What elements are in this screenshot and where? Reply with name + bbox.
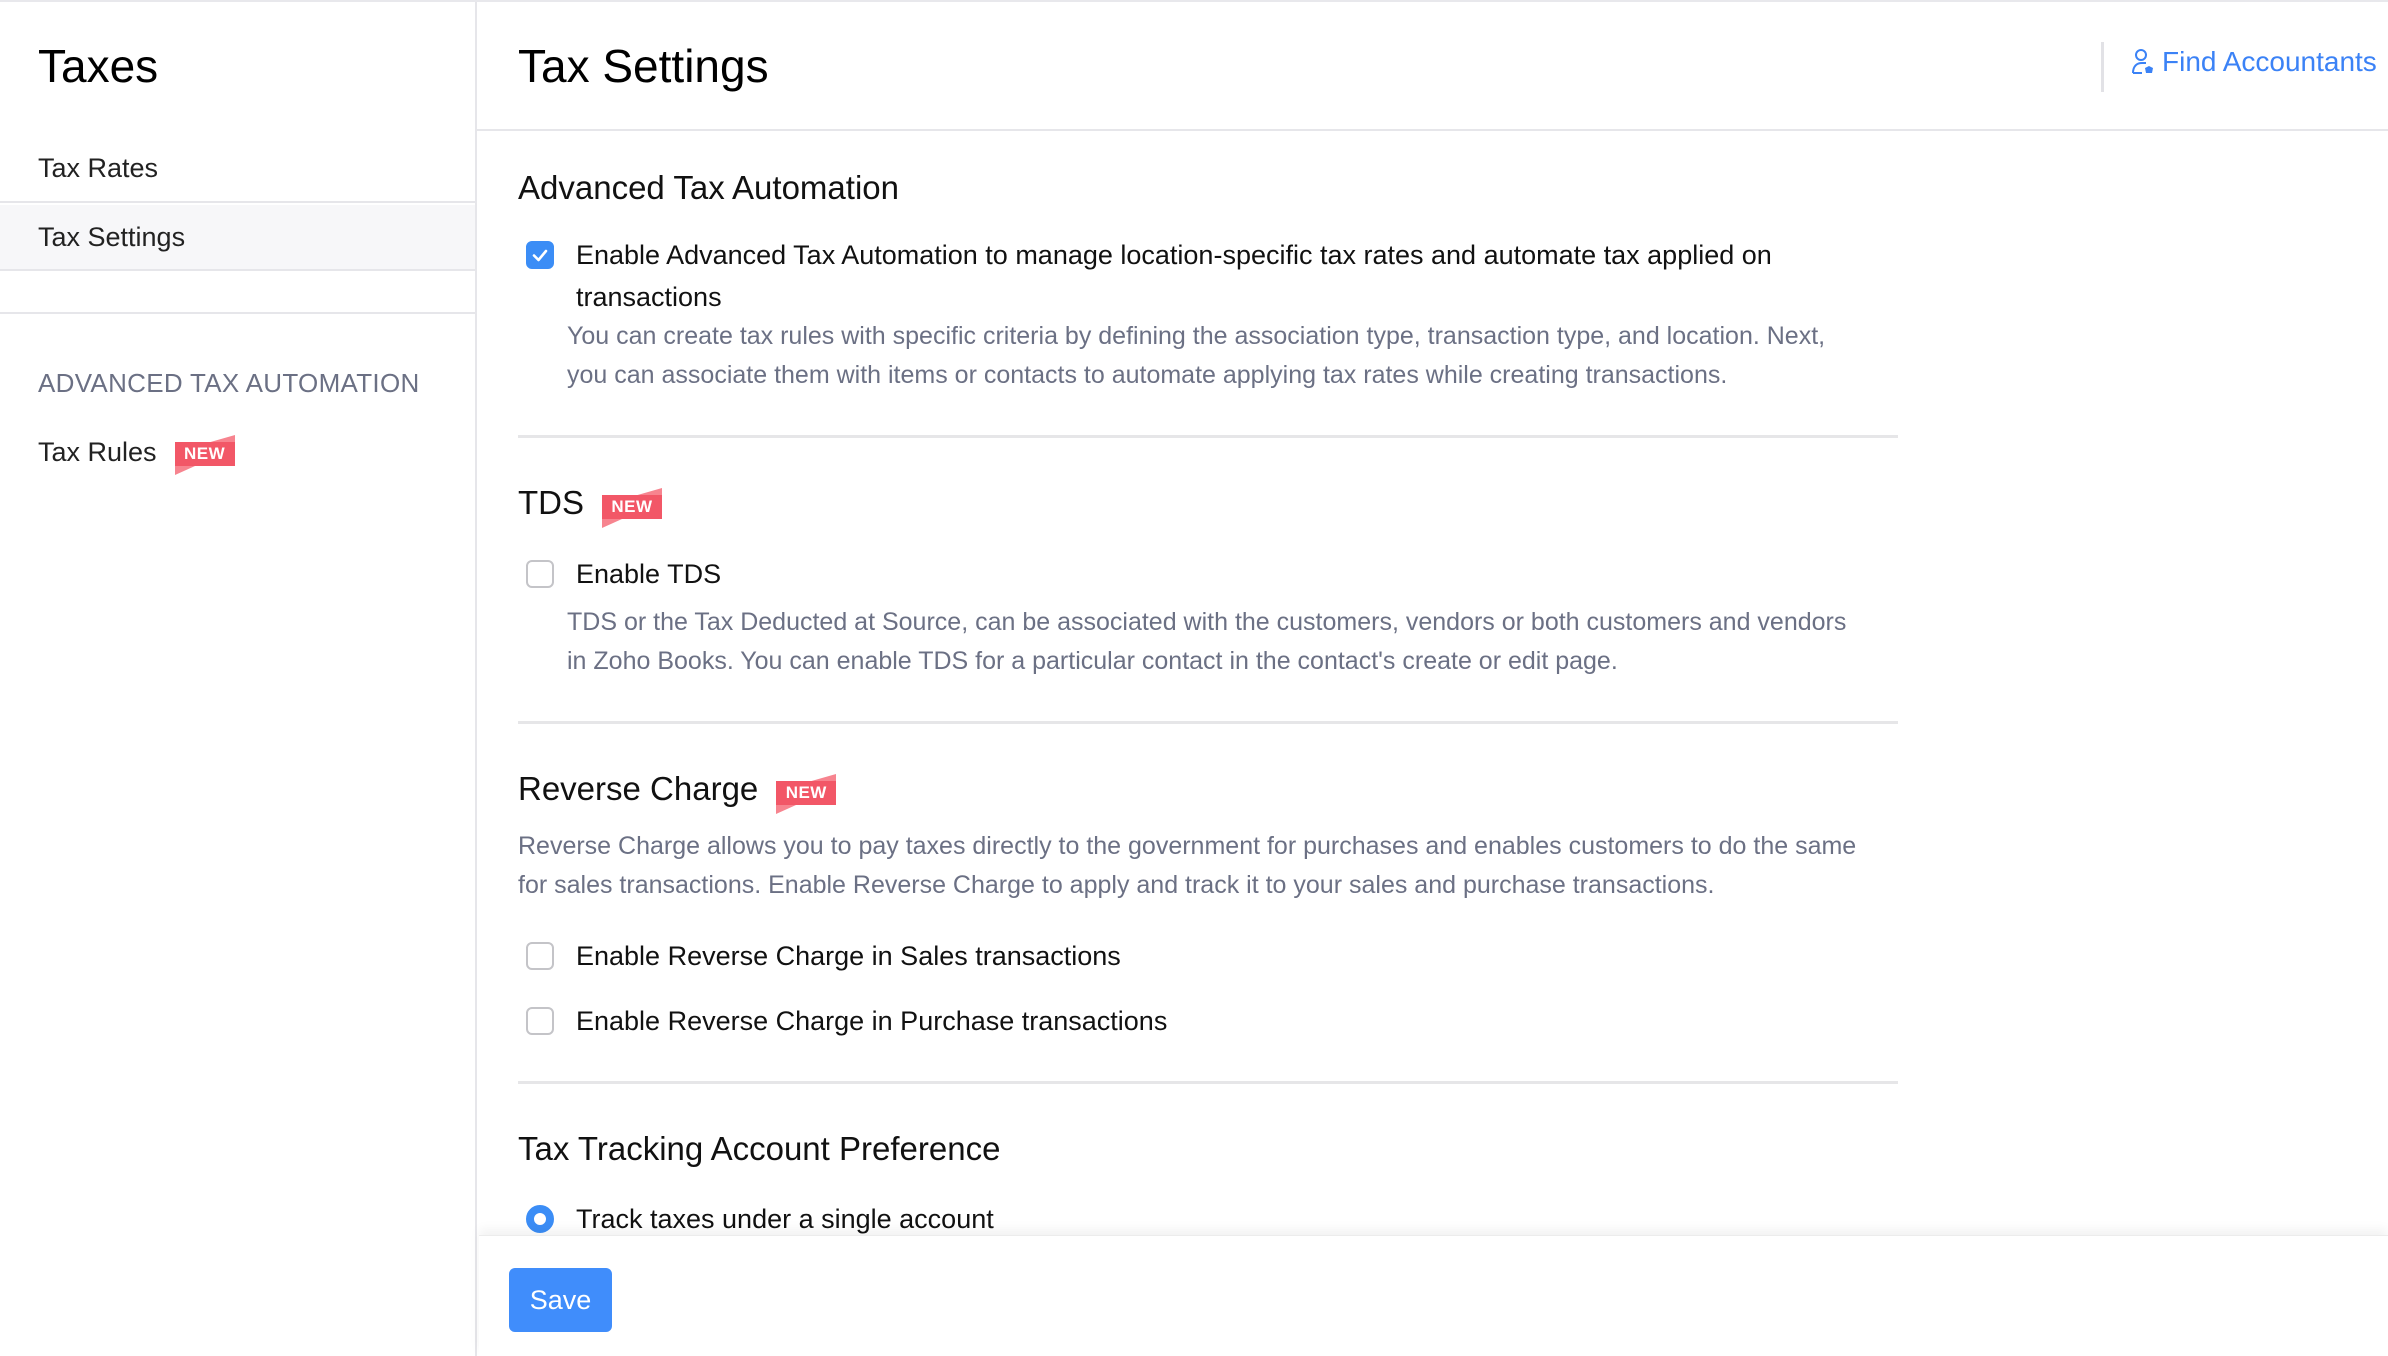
description-line: Reverse Charge allows you to pay taxes d… [518,832,1857,860]
new-badge-text: NEW [174,442,235,466]
section-heading-tax-tracking: Tax Tracking Account Preference [518,1130,1001,1167]
reverse-charge-purchase-option[interactable]: Enable Reverse Charge in Purchase transa… [526,1000,1167,1042]
page-header: Tax Settings Find Accountants [477,2,2388,131]
tds-description: TDS or the Tax Deducted at Source, can b… [567,603,1927,681]
new-badge-text: NEW [776,781,837,805]
reverse-charge-sales-option[interactable]: Enable Reverse Charge in Sales transacti… [526,935,1121,977]
find-accountants-label: Find Accountants [2162,46,2377,77]
single-account-radio[interactable] [526,1205,554,1233]
description-line: in Zoho Books. You can enable TDS for a … [567,647,1618,675]
checkmark-icon [532,249,548,262]
single-account-option[interactable]: Track taxes under a single account [526,1198,994,1240]
single-account-label: Track taxes under a single account [576,1204,994,1234]
reverse-charge-sales-checkbox[interactable] [526,942,554,970]
sidebar-item-tax-rules[interactable]: Tax Rules NEW [0,418,475,486]
sidebar-title: Taxes [38,40,159,92]
section-heading-tds: TDS NEW [518,483,662,528]
sidebar-section-label: ADVANCED TAX AUTOMATION [38,368,420,398]
save-button[interactable]: Save [509,1268,612,1332]
badge-fold [776,805,797,814]
new-badge-text: NEW [602,495,662,519]
reverse-charge-purchase-label: Enable Reverse Charge in Purchase transa… [576,1006,1168,1036]
description-line: You can create tax rules with specific c… [567,322,1826,350]
advanced-automation-description: You can create tax rules with specific c… [567,317,1927,395]
description-line: for sales transactions. Enable Reverse C… [518,871,1715,899]
page-title: Tax Settings [518,40,769,92]
enable-tds-option[interactable]: Enable TDS [526,553,721,595]
sidebar-item-tax-settings[interactable]: Tax Settings [0,205,475,271]
sidebar-item-tax-rates[interactable]: Tax Rates [0,135,475,203]
sidebar-item-label: Tax Rules [38,436,157,467]
enable-tds-checkbox[interactable] [526,560,554,588]
advanced-automation-label: Enable Advanced Tax Automation to manage… [576,234,1772,318]
badge-fold [174,466,195,475]
reverse-charge-sales-label: Enable Reverse Charge in Sales transacti… [576,941,1121,971]
description-line: TDS or the Tax Deducted at Source, can b… [567,608,1847,636]
reverse-charge-heading-text: Reverse Charge [518,770,759,807]
footer-bar: Save [479,1235,2388,1356]
enable-tds-label: Enable TDS [576,559,722,589]
sidebar: Taxes Tax Rates Tax Settings ADVANCED TA… [0,2,477,1356]
label-line: transactions [576,282,722,312]
find-accountants-link[interactable]: Find Accountants [2130,46,2377,78]
advanced-automation-checkbox[interactable] [526,241,554,269]
new-badge: NEW [602,488,662,528]
new-badge: NEW [174,435,235,475]
badge-fold [602,519,622,528]
new-badge: NEW [776,774,837,814]
advanced-automation-option[interactable]: Enable Advanced Tax Automation to manage… [526,234,1772,318]
description-line: you can associate them with items or con… [567,361,1728,389]
reverse-charge-purchase-checkbox[interactable] [526,1007,554,1035]
section-divider [518,435,1898,438]
section-divider [518,1081,1898,1084]
section-heading-reverse-charge: Reverse Charge NEW [518,769,837,814]
tds-heading-text: TDS [518,484,584,521]
header-separator [2101,42,2104,92]
label-line: Enable Advanced Tax Automation to manage… [576,240,1772,270]
sidebar-divider [0,312,475,314]
accountant-user-icon [2132,49,2153,74]
section-divider [518,721,1898,724]
sidebar-item-label: Tax Rates [38,152,159,183]
section-heading-advanced: Advanced Tax Automation [518,169,899,206]
reverse-charge-description: Reverse Charge allows you to pay taxes d… [518,827,1878,905]
sidebar-item-label: Tax Settings [38,221,186,252]
